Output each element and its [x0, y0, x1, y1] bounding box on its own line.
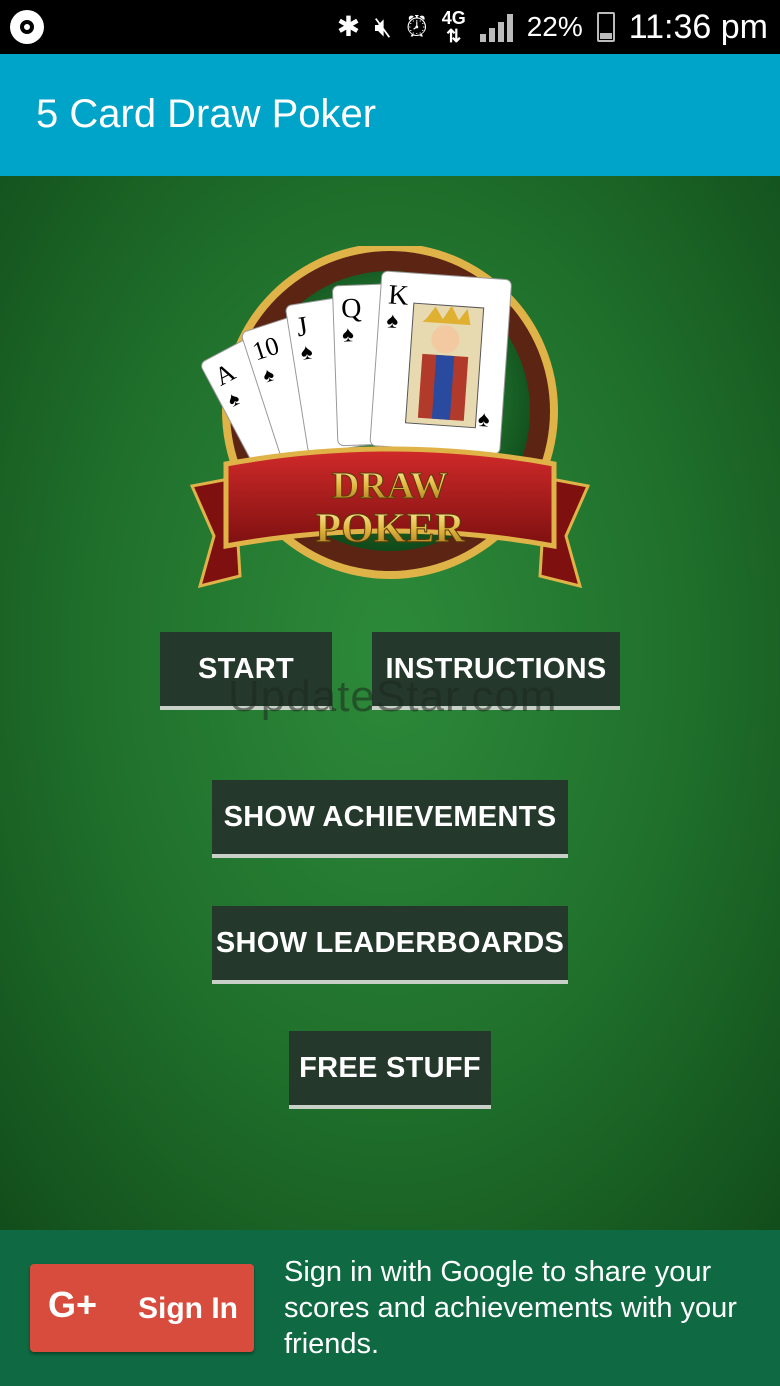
- svg-text:♠: ♠: [477, 406, 491, 432]
- clock: 11:36 pm: [628, 7, 768, 46]
- free-stuff-label: FREE STUFF: [299, 1051, 481, 1084]
- alarm-icon: ⏰︎: [405, 11, 428, 42]
- signal-icon: [479, 12, 513, 42]
- status-icons: ✱ 🔇︎ ⏰︎ 4G ⇅ 22% 11:36 pm: [337, 0, 768, 54]
- show-leaderboards-button[interactable]: SHOW LEADERBOARDS: [212, 906, 568, 984]
- svg-text:♠: ♠: [386, 307, 400, 333]
- network-4g-icon: 4G ⇅: [441, 8, 466, 46]
- show-achievements-button[interactable]: SHOW ACHIEVEMENTS: [212, 780, 568, 858]
- google-plus-icon: G+: [48, 1284, 98, 1325]
- draw-poker-logo: A ♠ 10 ♠ J ♠ Q ♠ K ♠ ♠ DRAW POKER: [190, 246, 590, 589]
- start-button[interactable]: START: [160, 632, 332, 710]
- show-achievements-label: SHOW ACHIEVEMENTS: [223, 800, 557, 833]
- logo-text-draw: DRAW: [332, 465, 448, 507]
- logo-text-poker: POKER: [315, 506, 465, 552]
- instructions-button[interactable]: INSTRUCTIONS: [372, 632, 620, 710]
- bluetooth-icon: ✱: [336, 11, 361, 42]
- main-menu: A ♠ 10 ♠ J ♠ Q ♠ K ♠ ♠ DRAW POKER START …: [0, 176, 780, 1230]
- battery-icon: [596, 12, 615, 42]
- sign-in-message: Sign in with Google to share your scores…: [284, 1256, 737, 1360]
- google-sign-in-button[interactable]: G+ Sign In: [30, 1264, 254, 1352]
- start-button-label: START: [197, 652, 294, 685]
- svg-text:Q: Q: [341, 293, 362, 325]
- mute-icon: 🔇︎: [374, 11, 392, 42]
- free-stuff-button[interactable]: FREE STUFF: [289, 1031, 491, 1109]
- google-sign-in-footer: G+ Sign In Sign in with Google to share …: [0, 1230, 780, 1386]
- show-leaderboards-label: SHOW LEADERBOARDS: [215, 926, 565, 959]
- app-title: 5 Card Draw Poker: [36, 92, 377, 136]
- app-notification-icon: [10, 10, 44, 44]
- sign-in-label: Sign In: [138, 1292, 238, 1325]
- svg-text:♠: ♠: [342, 321, 355, 346]
- instructions-button-label: INSTRUCTIONS: [385, 652, 607, 685]
- status-bar: ✱ 🔇︎ ⏰︎ 4G ⇅ 22% 11:36 pm: [0, 0, 780, 54]
- app-bar: 5 Card Draw Poker: [0, 54, 780, 176]
- battery-percent: 22%: [526, 11, 583, 42]
